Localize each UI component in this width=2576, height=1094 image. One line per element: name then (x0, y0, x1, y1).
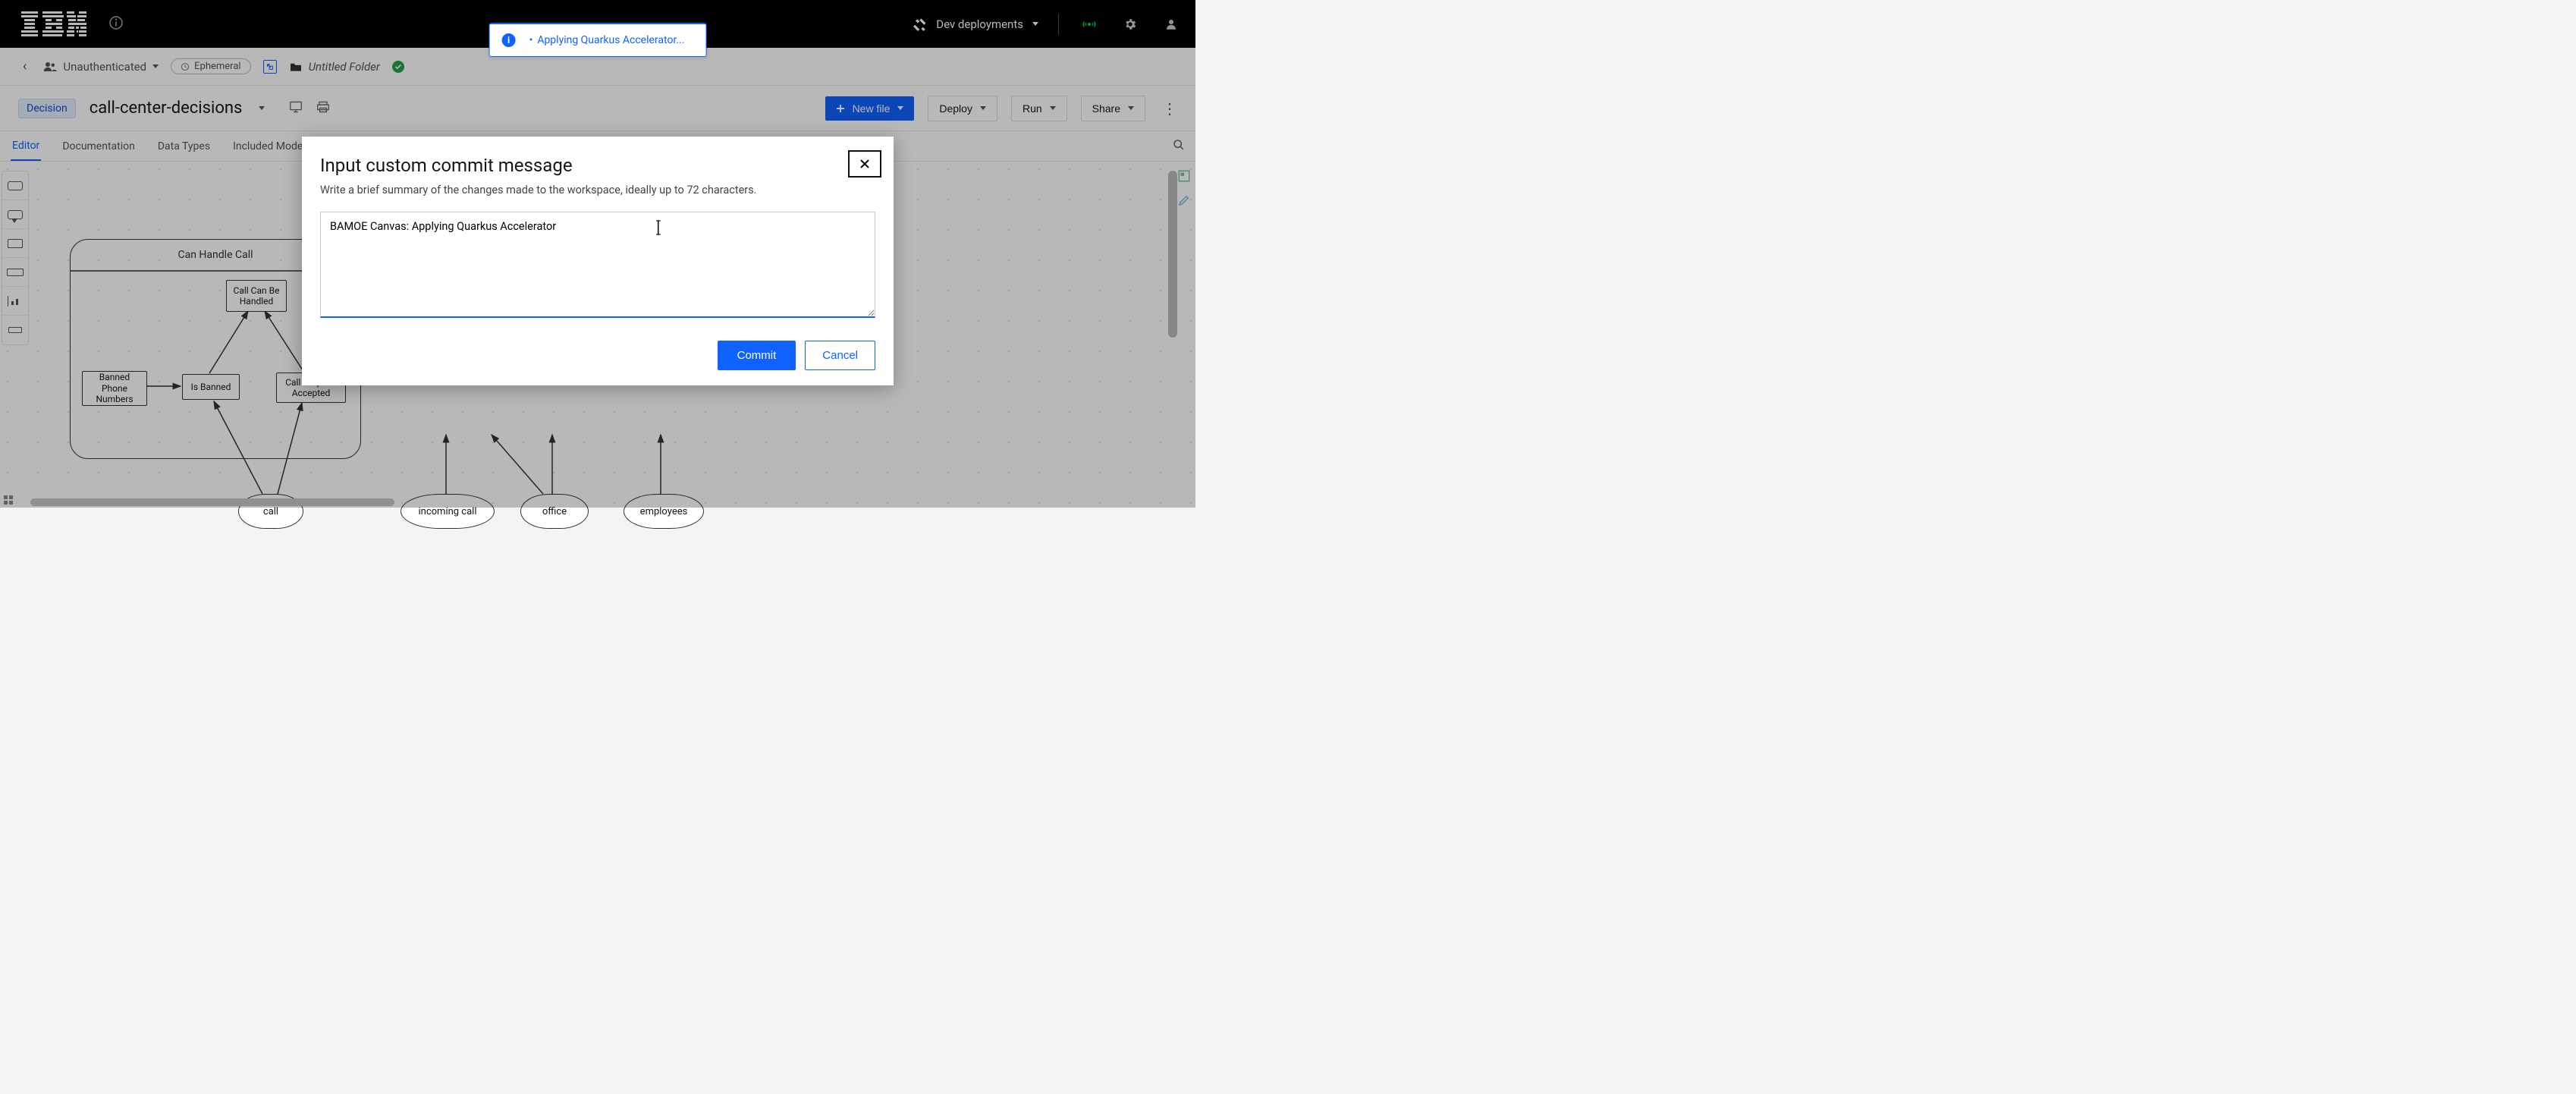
commit-message-textarea[interactable] (320, 212, 875, 318)
info-icon: i (502, 33, 516, 47)
status-text: Applying Quarkus Accelerator... (537, 34, 684, 46)
modal-close-button[interactable] (848, 150, 881, 178)
close-icon (859, 159, 870, 169)
cancel-button[interactable]: Cancel (805, 341, 875, 370)
commit-button[interactable]: Commit (718, 341, 796, 370)
status-toast: i Applying Quarkus Accelerator... (489, 23, 707, 57)
commit-message-modal: Input custom commit message Write a brie… (302, 137, 894, 385)
modal-subtitle: Write a brief summary of the changes mad… (320, 184, 875, 196)
modal-title: Input custom commit message (320, 155, 875, 176)
